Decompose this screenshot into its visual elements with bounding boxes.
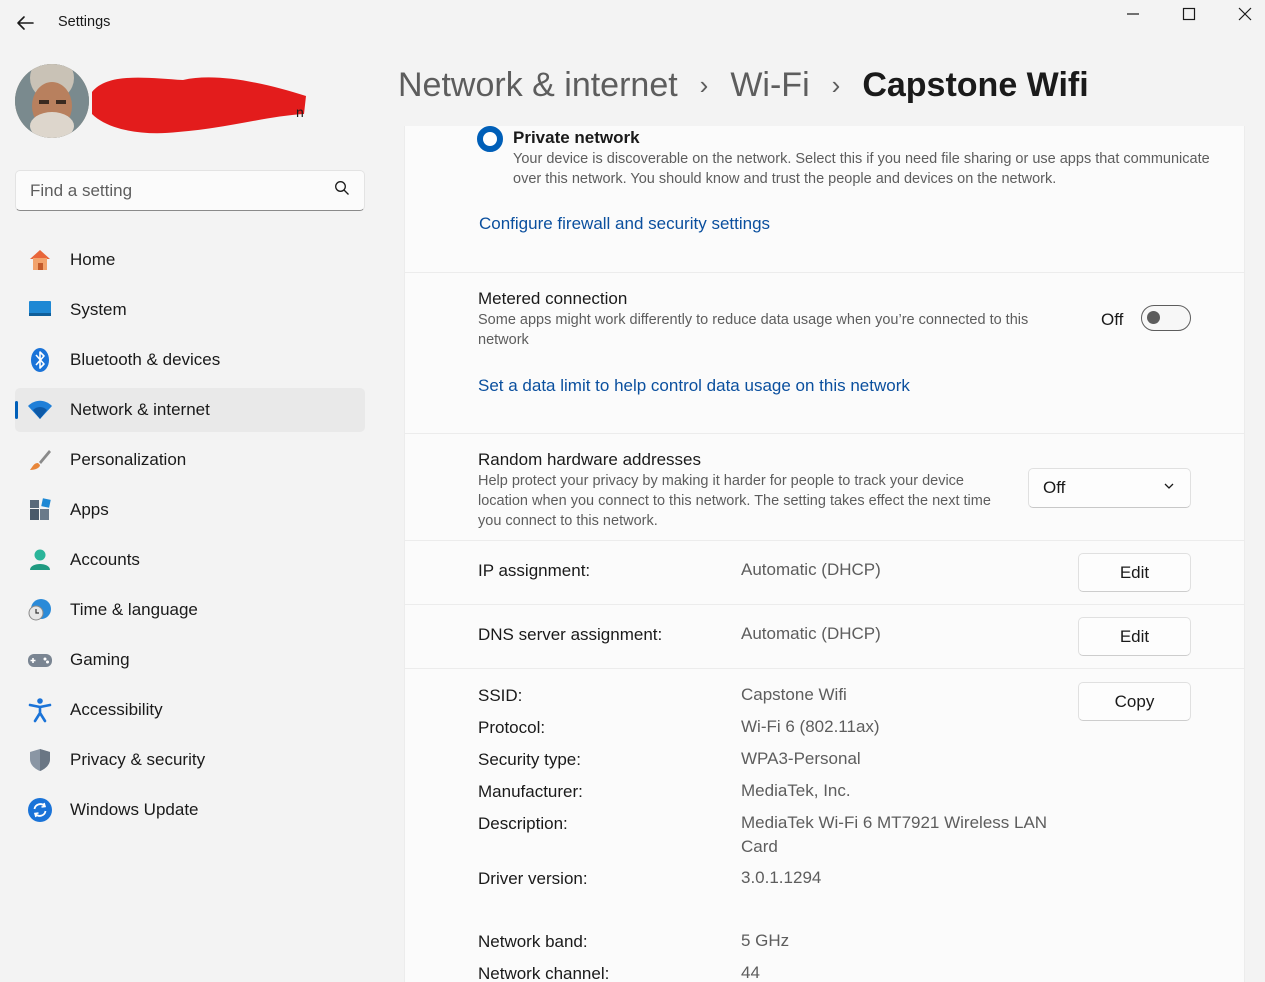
apps-icon	[27, 497, 53, 523]
breadcrumb: Network & internet › Wi-Fi › Capstone Wi…	[398, 66, 1089, 105]
network-profile-card: Private network Your device is discovera…	[404, 126, 1245, 273]
dns-assignment-value: Automatic (DHCP)	[741, 624, 881, 643]
account-icon	[27, 547, 53, 573]
breadcrumb-wifi[interactable]: Wi-Fi	[730, 66, 809, 105]
random-hardware-card: Random hardware addresses Help protect y…	[404, 433, 1245, 541]
prop-value: MediaTek Wi-Fi 6 MT7921 Wireless LAN Car…	[741, 813, 1048, 856]
dns-assignment-label: DNS server assignment:	[478, 625, 663, 644]
private-network-title: Private network	[513, 128, 640, 147]
redacted-account-name: n	[88, 70, 310, 136]
random-hw-description: Help protect your privacy by making it h…	[478, 473, 991, 529]
shield-icon	[27, 747, 53, 773]
page-title: Capstone Wifi	[862, 66, 1089, 104]
copy-button[interactable]: Copy	[1078, 682, 1191, 721]
sidebar-nav: Home System Bluetooth & devices Network …	[15, 238, 365, 838]
metered-connection-card: Metered connection Some apps might work …	[404, 272, 1245, 434]
app-title: Settings	[58, 14, 111, 30]
back-arrow-icon[interactable]	[14, 12, 36, 34]
prop-value: Wi-Fi 6 (802.11ax)	[741, 717, 880, 736]
clock-globe-icon	[27, 597, 53, 623]
ip-edit-button[interactable]: Edit	[1078, 553, 1191, 592]
svg-text:n: n	[296, 104, 304, 120]
avatar[interactable]	[15, 64, 89, 138]
prop-label: Protocol:	[478, 718, 546, 737]
maximize-icon[interactable]	[1169, 2, 1209, 26]
sidebar-item-windows-update[interactable]: Windows Update	[15, 788, 365, 832]
properties-card: Copy SSID: Capstone Wifi Protocol: Wi-Fi…	[404, 668, 1245, 982]
sidebar-item-apps[interactable]: Apps	[15, 488, 365, 532]
dns-edit-button[interactable]: Edit	[1078, 617, 1191, 656]
close-icon[interactable]	[1225, 2, 1265, 26]
search-box[interactable]: Find a setting	[15, 170, 365, 211]
settings-content: Private network Your device is discovera…	[404, 126, 1245, 982]
system-icon	[27, 297, 53, 323]
prop-value: Capstone Wifi	[741, 685, 847, 704]
metered-title: Metered connection	[478, 289, 628, 308]
prop-label: Network band:	[478, 932, 588, 951]
prop-label: Network channel:	[478, 964, 610, 982]
gamepad-icon	[27, 647, 53, 673]
prop-label: SSID:	[478, 686, 523, 705]
search-input[interactable]: Find a setting	[30, 181, 334, 201]
breadcrumb-network[interactable]: Network & internet	[398, 66, 678, 105]
prop-value: MediaTek, Inc.	[741, 781, 851, 800]
home-icon	[27, 247, 53, 273]
search-icon[interactable]	[334, 180, 350, 201]
ip-assignment-card: IP assignment: Automatic (DHCP) Edit	[404, 540, 1245, 605]
breadcrumb-separator: ›	[699, 70, 709, 100]
sidebar-item-personalization[interactable]: Personalization	[15, 438, 365, 482]
random-hw-selected: Off	[1043, 478, 1066, 497]
sidebar-item-gaming[interactable]: Gaming	[15, 638, 365, 682]
prop-label: Security type:	[478, 750, 581, 769]
data-limit-link[interactable]: Set a data limit to help control data us…	[478, 376, 910, 396]
ip-assignment-value: Automatic (DHCP)	[741, 560, 881, 579]
wifi-icon	[27, 397, 53, 423]
brush-icon	[27, 447, 53, 473]
random-hw-title: Random hardware addresses	[478, 450, 702, 469]
prop-label: Description:	[478, 814, 568, 833]
prop-value: 3.0.1.1294	[741, 868, 822, 887]
chevron-down-icon	[1162, 478, 1176, 498]
minimize-icon[interactable]	[1113, 2, 1153, 26]
breadcrumb-separator: ›	[831, 70, 841, 100]
sidebar-item-privacy[interactable]: Privacy & security	[15, 738, 365, 782]
sidebar-item-network[interactable]: Network & internet	[15, 388, 365, 432]
sidebar-item-system[interactable]: System	[15, 288, 365, 332]
metered-toggle[interactable]	[1141, 305, 1191, 331]
sidebar-item-bluetooth[interactable]: Bluetooth & devices	[15, 338, 365, 382]
firewall-settings-link[interactable]: Configure firewall and security settings	[479, 214, 770, 234]
prop-label: Manufacturer:	[478, 782, 583, 801]
bluetooth-icon	[27, 347, 53, 373]
prop-value: 5 GHz	[741, 931, 790, 950]
random-hw-dropdown[interactable]: Off	[1028, 468, 1191, 508]
update-icon	[27, 797, 53, 823]
prop-value: WPA3-Personal	[741, 749, 861, 768]
private-network-description: Your device is discoverable on the netwo…	[513, 151, 1210, 187]
private-network-radio[interactable]	[477, 126, 503, 152]
sidebar-item-home[interactable]: Home	[15, 238, 365, 282]
prop-label: Driver version:	[478, 869, 588, 888]
accessibility-icon	[27, 697, 53, 723]
sidebar-item-accounts[interactable]: Accounts	[15, 538, 365, 582]
sidebar-item-time-language[interactable]: Time & language	[15, 588, 365, 632]
prop-value: 44	[741, 963, 760, 982]
sidebar-item-accessibility[interactable]: Accessibility	[15, 688, 365, 732]
metered-state-label: Off	[1101, 310, 1124, 329]
metered-description: Some apps might work differently to redu…	[478, 312, 1029, 348]
dns-assignment-card: DNS server assignment: Automatic (DHCP) …	[404, 604, 1245, 669]
ip-assignment-label: IP assignment:	[478, 561, 591, 580]
